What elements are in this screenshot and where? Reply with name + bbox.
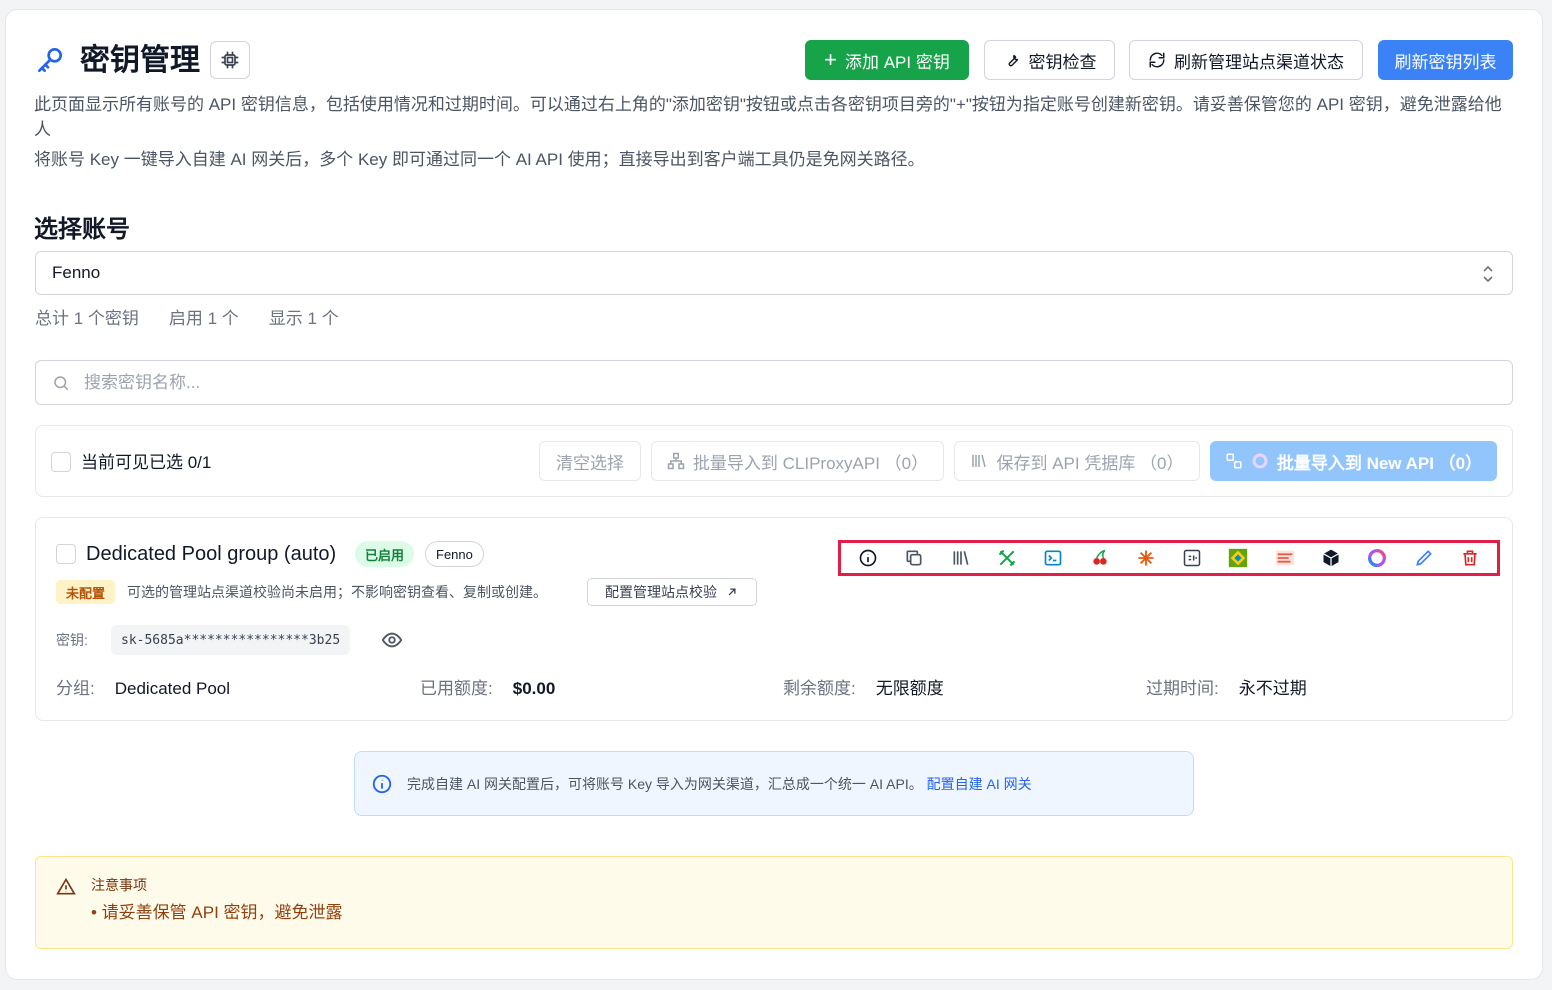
gateway-info-banner: 完成自建 AI 网关配置后，可将账号 Key 导入为网关渠道，汇总成一个统一 A… xyxy=(354,751,1194,816)
stat-shown: 显示 1 个 xyxy=(268,309,339,328)
gateway-description: 将账号 Key 一键导入自建 AI 网关后，多个 Key 即可通过同一个 AI … xyxy=(34,150,925,169)
library-icon[interactable] xyxy=(950,547,972,569)
refresh-icon xyxy=(1149,52,1165,68)
page-description: 此页面显示所有账号的 API 密钥信息，包括使用情况和过期时间。可以通过右上角的… xyxy=(34,95,1502,139)
account-section-title: 选择账号 xyxy=(34,216,130,243)
remaining-quota-value: 无限额度 xyxy=(875,679,944,698)
select-all-checkbox[interactable] xyxy=(51,452,71,472)
stat-total: 总计 1 个密钥 xyxy=(35,309,139,328)
brand-logo-icon[interactable] xyxy=(1274,547,1296,569)
ai-chip-icon[interactable] xyxy=(1181,547,1203,569)
chip-icon xyxy=(221,51,239,69)
box-icon[interactable] xyxy=(1320,547,1342,569)
bulk-import-cliproxy-button[interactable]: 批量导入到 CLIProxyAPI （0） xyxy=(651,441,944,481)
group-field: 分组: Dedicated Pool xyxy=(56,677,230,701)
key-check-button[interactable]: 密钥检查 xyxy=(984,40,1115,80)
edit-icon[interactable] xyxy=(1413,547,1435,569)
used-quota-value: $0.00 xyxy=(512,679,556,698)
transfer-icon xyxy=(1226,453,1242,469)
warning-icon xyxy=(56,877,76,902)
external-link-icon xyxy=(728,588,736,596)
notice-item: • 请妥善保管 API 密钥，避免泄露 xyxy=(91,903,343,922)
clear-selection-button[interactable]: 清空选择 xyxy=(539,441,641,481)
library-icon xyxy=(972,454,987,468)
used-quota-field: 已用额度: $0.00 xyxy=(420,677,555,701)
cube-logo-icon[interactable] xyxy=(1227,547,1249,569)
info-circle-icon xyxy=(372,774,392,793)
delete-icon[interactable] xyxy=(1459,547,1481,569)
masked-key-value: sk-5685a****************3b25 xyxy=(111,625,351,655)
status-badge: 已启用 xyxy=(355,541,415,567)
key-icon xyxy=(34,44,66,76)
key-select-checkbox[interactable] xyxy=(56,544,76,564)
network-icon xyxy=(667,452,685,470)
configure-gateway-link[interactable]: 配置自建 AI 网关 xyxy=(927,776,1032,792)
cherry-icon[interactable] xyxy=(1089,547,1111,569)
terminal-icon[interactable] xyxy=(1042,547,1064,569)
search-icon xyxy=(54,376,69,391)
account-select-value: Fenno xyxy=(52,263,101,282)
refresh-key-list-button[interactable]: 刷新密钥列表 xyxy=(1378,40,1513,80)
expiry-field: 过期时间: 永不过期 xyxy=(1146,677,1307,701)
sparkle-icon[interactable] xyxy=(1135,547,1157,569)
bulk-import-newapi-button[interactable]: 批量导入到 New API （0） xyxy=(1210,441,1497,481)
copy-icon[interactable] xyxy=(903,547,925,569)
stat-enabled: 启用 1 个 xyxy=(168,309,239,328)
newapi-logo-icon xyxy=(1252,453,1268,469)
newapi-logo-icon[interactable] xyxy=(1366,547,1388,569)
add-api-key-button[interactable]: + 添加 API 密钥 xyxy=(805,40,969,80)
eye-icon xyxy=(381,632,403,648)
group-value: Dedicated Pool xyxy=(114,679,231,698)
search-input[interactable] xyxy=(84,372,1284,393)
unconfigured-badge: 未配置 xyxy=(56,580,116,604)
expiry-value: 永不过期 xyxy=(1238,679,1307,698)
plus-icon: + xyxy=(824,47,837,72)
key-label: 密钥: xyxy=(56,632,88,648)
save-to-vault-button[interactable]: 保存到 API 凭据库 （0） xyxy=(954,441,1200,481)
chip-settings-button[interactable] xyxy=(210,41,250,79)
account-select[interactable]: Fenno xyxy=(35,251,1513,295)
selected-count-label: 当前可见已选 0/1 xyxy=(81,453,212,472)
chevron-up-down-icon xyxy=(1483,265,1493,283)
show-key-button[interactable] xyxy=(381,629,403,656)
info-icon[interactable] xyxy=(857,547,879,569)
search-box xyxy=(35,360,1513,405)
key-name: Dedicated Pool group (auto) xyxy=(86,543,337,565)
key-action-toolbar xyxy=(838,540,1500,576)
channel-check-hint: 可选的管理站点渠道校验尚未启用；不影响密钥查看、复制或创建。 xyxy=(127,584,547,600)
remaining-quota-field: 剩余额度: 无限额度 xyxy=(783,677,944,701)
configure-site-check-button[interactable]: 配置管理站点校验 xyxy=(587,578,757,606)
tools-icon[interactable] xyxy=(996,547,1018,569)
refresh-site-status-button[interactable]: 刷新管理站点渠道状态 xyxy=(1129,40,1363,80)
page-title: 密钥管理 xyxy=(80,44,200,77)
wrench-icon xyxy=(1008,54,1018,67)
gateway-info-text: 完成自建 AI 网关配置后，可将账号 Key 导入为网关渠道，汇总成一个统一 A… xyxy=(407,775,923,792)
account-badge: Fenno xyxy=(425,541,484,567)
key-stats: 总计 1 个密钥 启用 1 个 显示 1 个 xyxy=(35,307,339,331)
notice-title: 注意事项 xyxy=(91,877,147,893)
